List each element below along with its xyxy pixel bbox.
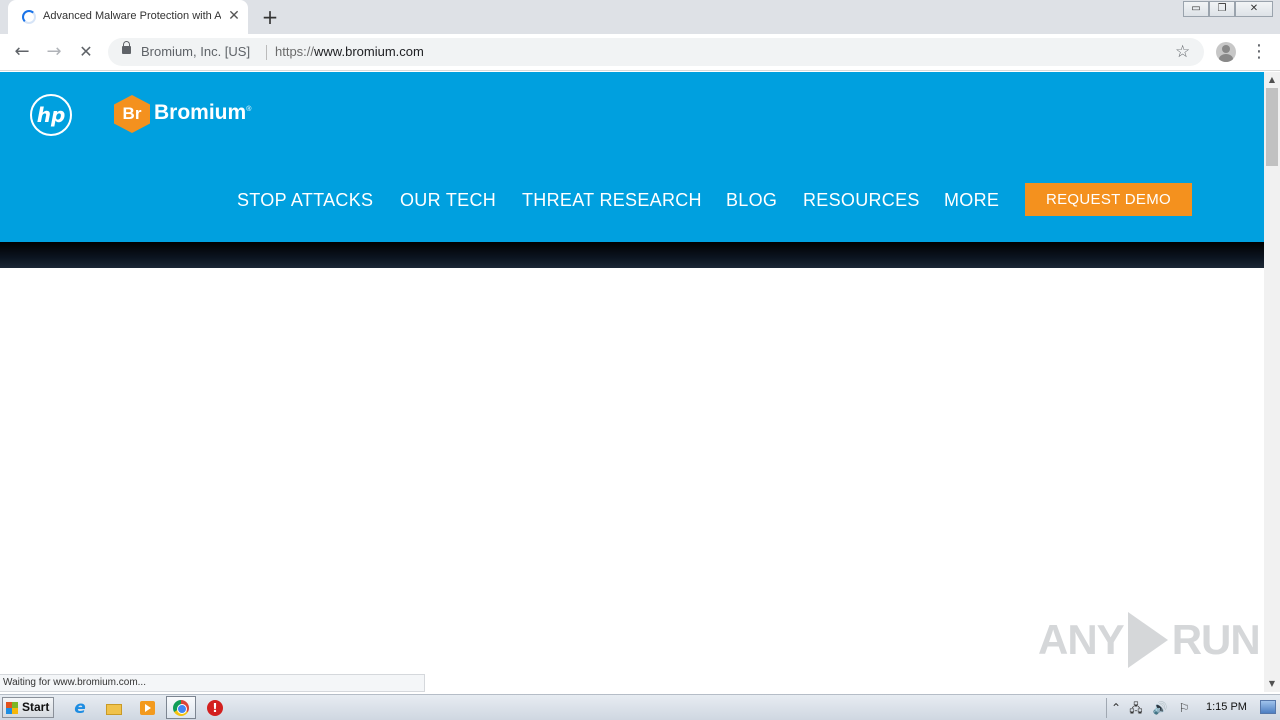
address-bar[interactable]: Bromium, Inc. [US] https://www.bromium.c…: [108, 38, 1204, 66]
loading-spinner-icon: [22, 10, 36, 24]
url-scheme: https://: [275, 44, 315, 59]
status-bubble: Waiting for www.bromium.com...: [0, 674, 425, 692]
brand-name: Bromium: [154, 101, 247, 124]
vertical-scrollbar[interactable]: ▲ ▼: [1264, 72, 1280, 692]
volume-icon[interactable]: 🔊: [1152, 700, 1168, 716]
window-restore-button[interactable]: ❐: [1209, 1, 1235, 17]
window-close-button[interactable]: ✕: [1235, 1, 1273, 17]
forward-button[interactable]: →: [42, 40, 66, 64]
profile-avatar-icon[interactable]: [1216, 42, 1236, 62]
request-demo-button[interactable]: REQUEST DEMO: [1025, 183, 1192, 216]
network-icon[interactable]: 🖧: [1128, 700, 1144, 716]
start-label: Start: [22, 700, 50, 714]
lock-icon[interactable]: [122, 41, 131, 54]
tray-expand-icon[interactable]: ⌃: [1108, 700, 1124, 716]
watermark-play-icon: [1127, 612, 1168, 668]
antivirus-stop-icon[interactable]: !: [205, 698, 225, 718]
stop-loading-button[interactable]: ✕: [74, 40, 98, 64]
action-center-flag-icon[interactable]: ⚐: [1176, 700, 1192, 716]
url-host: www.bromium.com: [314, 44, 424, 59]
page-viewport: hp Br Bromium® STOP ATTACKS OUR TECH THR…: [0, 72, 1264, 692]
window-minimize-button[interactable]: ▭: [1183, 1, 1209, 17]
browser-menu-icon[interactable]: ⋮: [1250, 42, 1268, 62]
site-header: hp Br Bromium® STOP ATTACKS OUR TECH THR…: [0, 72, 1264, 242]
chrome-taskbar-button[interactable]: [166, 696, 196, 719]
media-player-icon[interactable]: [137, 698, 157, 718]
url-separator: [266, 45, 267, 60]
nav-our-tech[interactable]: OUR TECH: [400, 190, 496, 211]
browser-tab[interactable]: Advanced Malware Protection with A ✕: [8, 0, 248, 34]
brand-registered-mark: ®: [246, 106, 252, 113]
system-tray: ⌃ 🖧 🔊 ⚐ 1:15 PM: [1106, 696, 1280, 720]
hp-logo[interactable]: hp: [30, 94, 72, 136]
hero-banner: [0, 242, 1264, 268]
url-text[interactable]: https://www.bromium.com: [275, 44, 424, 59]
certificate-owner[interactable]: Bromium, Inc. [US]: [141, 44, 250, 59]
nav-stop-attacks[interactable]: STOP ATTACKS: [237, 190, 373, 211]
watermark-right-text: RUN: [1171, 616, 1261, 663]
internet-explorer-icon[interactable]: e: [70, 698, 90, 718]
tab-strip: Advanced Malware Protection with A ✕ + ▭…: [0, 0, 1280, 34]
start-button[interactable]: Start: [2, 697, 54, 718]
scroll-up-arrow-icon[interactable]: ▲: [1264, 72, 1280, 88]
tray-separator: [1106, 698, 1107, 718]
file-explorer-icon[interactable]: [104, 698, 124, 718]
tab-close-button[interactable]: ✕: [226, 8, 242, 24]
scroll-down-arrow-icon[interactable]: ▼: [1264, 676, 1280, 692]
nav-blog[interactable]: BLOG: [726, 190, 777, 211]
nav-threat-research[interactable]: THREAT RESEARCH: [522, 190, 702, 211]
scrollbar-thumb[interactable]: [1266, 88, 1278, 166]
new-tab-button[interactable]: +: [258, 5, 282, 29]
tab-title: Advanced Malware Protection with A: [43, 10, 221, 22]
watermark-left-text: ANY: [1038, 616, 1125, 663]
bromium-logo-text[interactable]: Bromium®: [154, 101, 251, 125]
windows-taskbar: Start e ! ⌃ 🖧 🔊 ⚐ 1:15 PM: [0, 694, 1280, 720]
show-desktop-icon[interactable]: [1260, 700, 1276, 714]
bromium-logo-mark[interactable]: Br: [114, 95, 150, 133]
back-button[interactable]: ←: [10, 40, 34, 64]
taskbar-clock[interactable]: 1:15 PM: [1206, 701, 1247, 713]
chrome-icon: [173, 700, 189, 716]
browser-toolbar: ← → ✕ Bromium, Inc. [US] https://www.bro…: [0, 34, 1280, 71]
bookmark-star-icon[interactable]: ☆: [1175, 42, 1190, 62]
windows-flag-icon: [6, 702, 18, 714]
nav-resources[interactable]: RESOURCES: [803, 190, 920, 211]
nav-more[interactable]: MORE: [944, 190, 999, 211]
anyrun-watermark: ANY RUN: [1038, 608, 1261, 672]
